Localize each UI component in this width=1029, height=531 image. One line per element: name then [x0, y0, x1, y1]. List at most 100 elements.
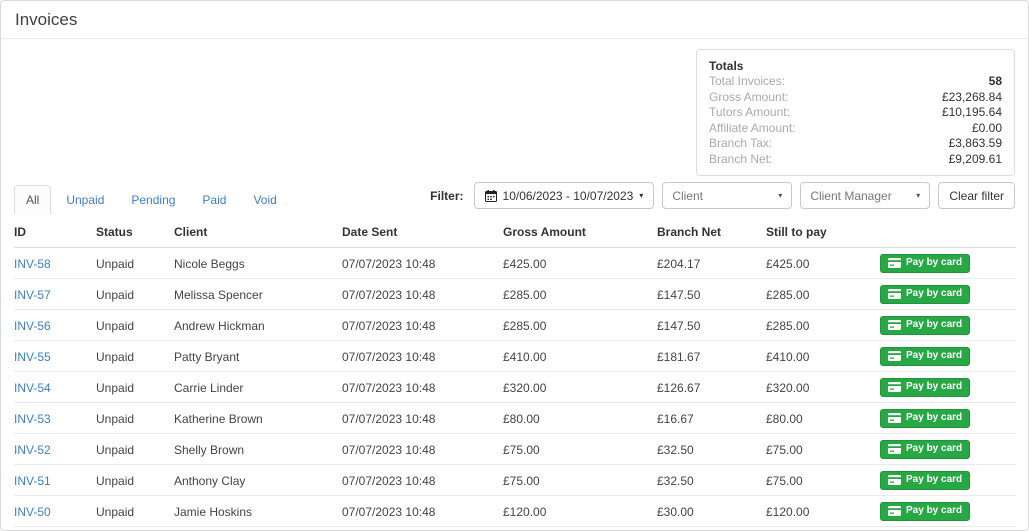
tab-all[interactable]: All	[14, 185, 52, 215]
pay-by-card-button[interactable]: Pay by card	[880, 316, 971, 335]
gross-amount-cell: £75.00	[503, 433, 657, 465]
pay-by-card-button[interactable]: Pay by card	[880, 254, 971, 273]
status-cell: Unpaid	[96, 433, 174, 465]
gross-amount-cell: £919.95	[503, 526, 657, 530]
totals-title: Totals	[709, 59, 744, 73]
pay-by-card-button[interactable]: Pay by card	[880, 285, 971, 304]
column-header-gross-amount: Gross Amount	[503, 219, 657, 248]
invoice-id-link[interactable]: INV-54	[14, 381, 51, 395]
branch-net-cell: £204.17	[657, 247, 766, 279]
branch-net-cell: £147.50	[657, 278, 766, 310]
clear-filter-button[interactable]: Clear filter	[938, 182, 1015, 209]
pay-by-card-label: Pay by card	[906, 381, 963, 392]
totals-row: Tutors Amount: £10,195.64	[709, 105, 1002, 121]
date-sent-cell: 23/05/2023 10:47	[342, 526, 503, 530]
date-sent-cell: 07/07/2023 10:48	[342, 464, 503, 496]
table-row: INV-56 Unpaid Andrew Hickman 07/07/2023 …	[14, 309, 1016, 341]
client-cell: Melissa Spencer	[174, 278, 342, 310]
client-cell: Nicole Beggs	[174, 526, 342, 530]
filter-bar: Filter: 10/06/2023 - 10/07/2023 ▾ Client…	[430, 182, 1015, 209]
invoice-id-link[interactable]: INV-50	[14, 505, 51, 519]
totals-row-label: Total Invoices:	[709, 74, 786, 88]
invoice-id-link[interactable]: INV-57	[14, 288, 51, 302]
totals-row-label: Affiliate Amount:	[709, 120, 796, 135]
date-sent-cell: 07/07/2023 10:48	[342, 433, 503, 465]
invoice-id-link[interactable]: INV-58	[14, 257, 51, 271]
date-sent-cell: 07/07/2023 10:48	[342, 247, 503, 279]
gross-amount-cell: £425.00	[503, 247, 657, 279]
invoices-panel: Invoices Totals Total Invoices: 58 Gross…	[0, 0, 1029, 531]
table-row: INV-49 Paid Nicole Beggs 23/05/2023 10:4…	[14, 526, 1016, 530]
totals-row: Branch Net: £9,209.61	[709, 152, 1002, 168]
status-cell: Unpaid	[96, 340, 174, 372]
table-row: INV-52 Unpaid Shelly Brown 07/07/2023 10…	[14, 433, 1016, 465]
credit-card-icon	[888, 351, 901, 361]
pay-by-card-button[interactable]: Pay by card	[880, 347, 971, 366]
pay-by-card-button[interactable]: Pay by card	[880, 502, 971, 521]
date-range-value: 10/06/2023 - 10/07/2023	[502, 188, 634, 203]
credit-card-icon	[888, 413, 901, 423]
status-cell: Unpaid	[96, 495, 174, 527]
client-cell: Patty Bryant	[174, 340, 342, 372]
status-cell: Unpaid	[96, 402, 174, 434]
column-header-id: ID	[14, 219, 96, 248]
column-header-date-sent: Date Sent	[342, 219, 503, 248]
client-cell: Shelly Brown	[174, 433, 342, 465]
date-range-picker[interactable]: 10/06/2023 - 10/07/2023 ▾	[473, 182, 655, 209]
client-cell: Jamie Hoskins	[174, 495, 342, 527]
pay-by-card-button[interactable]: Pay by card	[880, 378, 971, 397]
client-cell: Anthony Clay	[174, 464, 342, 496]
pay-by-card-label: Pay by card	[906, 474, 963, 485]
pay-by-card-button[interactable]: Pay by card	[880, 440, 971, 459]
date-sent-cell: 07/07/2023 10:48	[342, 495, 503, 527]
invoice-id-link[interactable]: INV-53	[14, 412, 51, 426]
pay-by-card-button[interactable]: Pay by card	[880, 409, 971, 428]
pay-by-card-label: Pay by card	[906, 257, 963, 268]
credit-card-icon	[888, 382, 901, 392]
table-row: INV-57 Unpaid Melissa Spencer 07/07/2023…	[14, 278, 1016, 310]
still-to-pay-cell: £285.00	[766, 278, 880, 310]
totals-row-value: £10,195.64	[941, 105, 1002, 119]
pay-by-card-label: Pay by card	[906, 350, 963, 361]
totals-row-value: £0.00	[971, 120, 1002, 135]
invoice-id-link[interactable]: INV-51	[14, 474, 51, 488]
still-to-pay-cell: £425.00	[766, 247, 880, 279]
table-header-row: ID Status Client Date Sent Gross Amount Branc…	[14, 219, 1016, 248]
still-to-pay-cell: £320.00	[766, 371, 880, 403]
tab-unpaid[interactable]: Unpaid	[54, 185, 116, 215]
status-cell: Unpaid	[96, 278, 174, 310]
date-sent-cell: 07/07/2023 10:48	[342, 340, 503, 372]
client-cell: Andrew Hickman	[174, 309, 342, 341]
branch-net-cell: £32.50	[657, 433, 766, 465]
credit-card-icon	[888, 475, 901, 485]
tab-paid[interactable]: Paid	[190, 185, 238, 215]
gross-amount-cell: £285.00	[503, 309, 657, 341]
pay-by-card-label: Pay by card	[906, 412, 963, 423]
invoice-id-link[interactable]: INV-52	[14, 443, 51, 457]
pay-by-card-button[interactable]: Pay by card	[880, 471, 971, 490]
still-to-pay-cell: £410.00	[766, 340, 880, 372]
calendar-icon	[484, 189, 497, 202]
tab-void[interactable]: Void	[241, 185, 288, 215]
invoice-id-link[interactable]: INV-55	[14, 350, 51, 364]
client-manager-select[interactable]: Client Manager ▾	[800, 182, 931, 209]
column-header-status: Status	[96, 219, 174, 248]
client-select[interactable]: Client ▾	[662, 182, 793, 209]
invoice-id-link[interactable]: INV-56	[14, 319, 51, 333]
totals-row-value: £9,209.61	[948, 151, 1002, 166]
still-to-pay-cell: £120.00	[766, 495, 880, 527]
totals-row: Total Invoices: 58	[709, 74, 1002, 90]
chevron-down-icon: ▾	[916, 190, 921, 200]
totals-row: Gross Amount: £23,268.84	[709, 90, 1002, 106]
totals-row-value: £3,863.59	[948, 136, 1002, 150]
client-select-value: Client	[672, 188, 703, 203]
status-cell: Unpaid	[96, 309, 174, 341]
totals-row: Branch Tax: £3,863.59	[709, 136, 1002, 152]
tab-pending[interactable]: Pending	[119, 185, 187, 215]
page-title: Invoices	[1, 1, 1028, 39]
date-sent-cell: 07/07/2023 10:48	[342, 309, 503, 341]
gross-amount-cell: £80.00	[503, 402, 657, 434]
client-cell: Katherine Brown	[174, 402, 342, 434]
table-row: INV-58 Unpaid Nicole Beggs 07/07/2023 10…	[14, 247, 1016, 279]
column-header-still-to-pay: Still to pay	[766, 219, 880, 248]
